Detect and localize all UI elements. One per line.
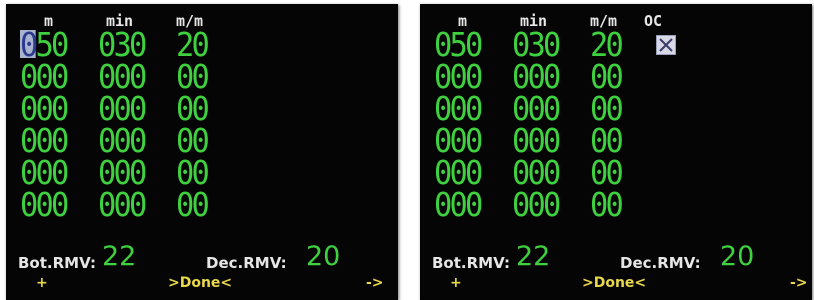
depth-value-cell[interactable]: 000 [434,60,483,93]
deco-rmv-label: Dec.RMV: [206,254,287,272]
table-row[interactable]: 050 030 20 [434,28,734,61]
softkey-next[interactable]: -> [366,275,384,291]
depth-value-cell[interactable]: 000 [434,156,483,189]
gas-plan-screen-left: m min m/m 050 030 20 000 000 00 000 000 … [6,4,398,300]
rate-value-cell[interactable]: 20 [590,28,624,61]
gas-plan-screen-right: m min m/m OC 050 030 20 000 000 00 000 0… [420,4,812,300]
table-row[interactable]: 000 000 00 [434,156,734,189]
depth-value-cell[interactable]: 050 [20,28,69,61]
depth-value-cell[interactable]: 000 [434,124,483,157]
table-row[interactable]: 000 000 00 [20,60,320,93]
rate-value-cell[interactable]: 00 [590,92,624,125]
rate-value-cell[interactable]: 00 [176,156,210,189]
time-value-cell[interactable]: 030 [512,28,561,61]
table-row[interactable]: 000 000 00 [20,92,320,125]
softkey-plus[interactable]: + [450,275,462,291]
rate-value-cell[interactable]: 00 [590,60,624,93]
time-value-cell[interactable]: 000 [512,188,561,221]
softkey-next[interactable]: -> [790,275,808,291]
check-x-icon [659,38,673,52]
rate-value-cell[interactable]: 00 [176,92,210,125]
table-row[interactable]: 000 000 00 [20,188,320,221]
depth-value-cell[interactable]: 000 [434,188,483,221]
table-row[interactable]: 000 000 00 [20,156,320,189]
bottom-rmv-value[interactable]: 22 [516,242,550,272]
time-value-cell[interactable]: 000 [512,124,561,157]
depth-value-cell[interactable]: 000 [20,92,69,125]
rate-value-cell[interactable]: 00 [590,156,624,189]
table-row[interactable]: 050 030 20 [20,28,320,61]
time-value-cell[interactable]: 000 [98,124,147,157]
time-value-cell[interactable]: 000 [98,156,147,189]
time-value-cell[interactable]: 000 [98,60,147,93]
time-value-cell[interactable]: 000 [512,156,561,189]
softkey-done[interactable]: >Done< [168,275,232,291]
rate-value-cell[interactable]: 00 [176,124,210,157]
depth-value-cell[interactable]: 000 [434,92,483,125]
time-value-cell[interactable]: 030 [98,28,147,61]
table-row[interactable]: 000 000 00 [434,60,734,93]
deco-rmv-label: Dec.RMV: [620,254,701,272]
table-row[interactable]: 000 000 00 [434,124,734,157]
edit-cursor[interactable]: 0 [20,28,38,61]
softkey-plus[interactable]: + [36,275,48,291]
header-open-circuit: OC [644,12,663,30]
table-row[interactable]: 000 000 00 [20,124,320,157]
rate-value-cell[interactable]: 00 [590,188,624,221]
rate-value-cell[interactable]: 00 [176,60,210,93]
depth-value-cell[interactable]: 000 [20,124,69,157]
depth-value-cell[interactable]: 000 [20,156,69,189]
table-row[interactable]: 000 000 00 [434,92,734,125]
table-row[interactable]: 000 000 00 [434,188,734,221]
time-value-cell[interactable]: 000 [98,188,147,221]
time-value-cell[interactable]: 000 [98,92,147,125]
rate-value-cell[interactable]: 20 [176,28,210,61]
bottom-rmv-value[interactable]: 22 [102,242,136,272]
depth-value-cell[interactable]: 000 [20,188,69,221]
depth-value-cell[interactable]: 000 [20,60,69,93]
rate-value-cell[interactable]: 00 [176,188,210,221]
bottom-rmv-label: Bot.RMV: [432,254,511,272]
oc-checkbox[interactable] [656,35,676,55]
deco-rmv-value[interactable]: 20 [306,242,340,272]
bottom-rmv-label: Bot.RMV: [18,254,97,272]
time-value-cell[interactable]: 000 [512,92,561,125]
deco-rmv-value[interactable]: 20 [720,242,754,272]
depth-value-cell[interactable]: 050 [434,28,483,61]
time-value-cell[interactable]: 000 [512,60,561,93]
rate-value-cell[interactable]: 00 [590,124,624,157]
softkey-done[interactable]: >Done< [582,275,646,291]
